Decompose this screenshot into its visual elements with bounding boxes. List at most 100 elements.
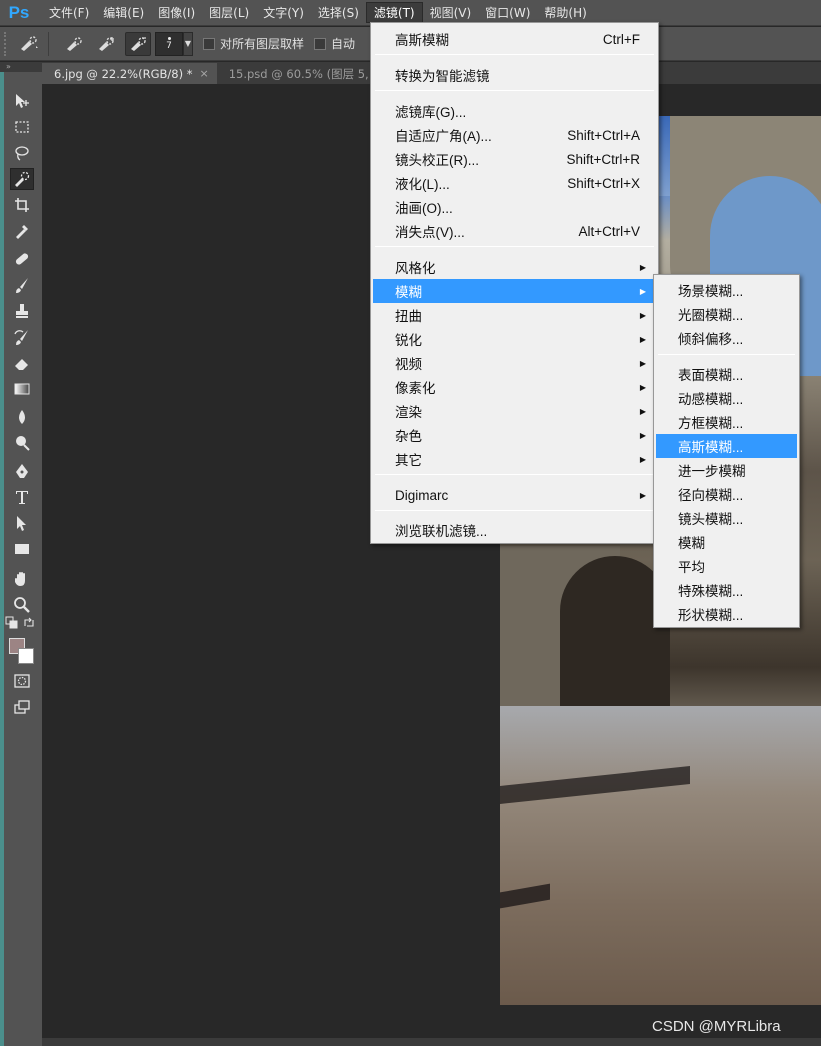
background-color-swatch[interactable] (18, 648, 34, 664)
quick-selection-tool-icon[interactable] (10, 168, 34, 190)
submenu-item-gaussian-blur[interactable]: 高斯模糊... (656, 434, 797, 458)
menu-item-pixelate[interactable]: 像素化 ▶ (373, 375, 656, 399)
menu-view[interactable]: 视图(V) (423, 2, 479, 23)
brush-tool-icon[interactable] (10, 274, 34, 296)
menu-item-shortcut: Alt+Ctrl+V (578, 223, 640, 239)
quick-mask-icon[interactable] (10, 670, 34, 692)
subtract-from-selection-icon[interactable] (125, 31, 151, 56)
zoom-tool-icon[interactable] (10, 594, 34, 616)
menu-item-label: 风格化 (395, 261, 436, 276)
menu-select[interactable]: 选择(S) (311, 2, 366, 23)
options-grip[interactable] (4, 31, 10, 56)
menu-separator (375, 90, 654, 91)
type-tool-icon[interactable] (10, 486, 34, 508)
menu-file[interactable]: 文件(F) (42, 2, 96, 23)
submenu-item-radial-blur[interactable]: 径向模糊... (656, 482, 797, 506)
menu-filter[interactable]: 滤镜(T) (365, 2, 423, 23)
rectangle-tool-icon[interactable] (10, 538, 34, 560)
submenu-item-tilt-shift[interactable]: 倾斜偏移... (656, 326, 797, 350)
brush-size-value: 7 (166, 40, 172, 51)
submenu-item-box-blur[interactable]: 方框模糊... (656, 410, 797, 434)
menu-type[interactable]: 文字(Y) (256, 2, 311, 23)
menu-separator (658, 354, 795, 355)
menu-item-adaptive-wide-angle[interactable]: 自适应广角(A)... Shift+Ctrl+A (373, 123, 656, 147)
default-colors-icon[interactable] (5, 616, 19, 630)
auto-enhance-checkbox[interactable] (314, 37, 327, 50)
submenu-arrow-icon: ▶ (639, 454, 646, 464)
submenu-item-blur[interactable]: 模糊 (656, 530, 797, 554)
sample-all-layers-checkbox[interactable] (203, 37, 215, 50)
menu-item-render[interactable]: 渲染 ▶ (373, 399, 656, 423)
menu-item-blur[interactable]: 模糊 ▶ (373, 279, 656, 303)
menu-item-lens-correction[interactable]: 镜头校正(R)... Shift+Ctrl+R (373, 147, 656, 171)
crop-tool-icon[interactable] (10, 194, 34, 216)
menu-item-sharpen[interactable]: 锐化 ▶ (373, 327, 656, 351)
submenu-item-lens-blur[interactable]: 镜头模糊... (656, 506, 797, 530)
menu-help[interactable]: 帮助(H) (537, 2, 593, 23)
watermark: CSDN @MYRLibra (652, 1018, 781, 1035)
menu-item-label: 扭曲 (395, 309, 422, 324)
lasso-tool-icon[interactable] (10, 142, 34, 164)
menu-item-label: 杂色 (395, 429, 422, 444)
menu-item-browse-online-filters[interactable]: 浏览联机滤镜... (373, 518, 656, 542)
marquee-tool-icon[interactable] (10, 116, 34, 138)
history-brush-tool-icon[interactable] (10, 326, 34, 348)
brush-size-picker[interactable]: 7 (155, 31, 183, 56)
menu-item-convert-smart-filter[interactable]: 转换为智能滤镜 (373, 63, 656, 87)
menu-window[interactable]: 窗口(W) (478, 2, 537, 23)
eraser-tool-icon[interactable] (10, 352, 34, 374)
dodge-tool-icon[interactable] (10, 432, 34, 454)
tools-panel-collapse-icon[interactable]: » (0, 62, 42, 72)
quick-selection-preset-icon[interactable] (16, 32, 42, 56)
submenu-item-blur-more[interactable]: 进一步模糊 (656, 458, 797, 482)
menu-image[interactable]: 图像(I) (151, 2, 202, 23)
eyedropper-tool-icon[interactable] (10, 220, 34, 242)
healing-brush-tool-icon[interactable] (10, 248, 34, 270)
swap-colors-icon[interactable] (22, 616, 36, 630)
move-tool-icon[interactable] (10, 90, 34, 112)
menu-item-last-filter[interactable]: 高斯模糊 Ctrl+F (373, 27, 656, 51)
submenu-item-average[interactable]: 平均 (656, 554, 797, 578)
menu-layer[interactable]: 图层(L) (202, 2, 256, 23)
tab-6-jpg[interactable]: 6.jpg @ 22.2%(RGB/8) * × (42, 63, 217, 84)
hand-tool-icon[interactable] (10, 568, 34, 590)
menu-item-shortcut: Shift+Ctrl+R (566, 151, 640, 167)
submenu-item-surface-blur[interactable]: 表面模糊... (656, 362, 797, 386)
menu-separator (375, 474, 654, 475)
menu-item-distort[interactable]: 扭曲 ▶ (373, 303, 656, 327)
menu-item-stylize[interactable]: 风格化 ▶ (373, 255, 656, 279)
menu-item-label: 消失点(V)... (395, 225, 465, 240)
menu-item-label: 模糊 (395, 285, 422, 300)
submenu-item-iris-blur[interactable]: 光圈模糊... (656, 302, 797, 326)
close-icon[interactable]: × (199, 67, 208, 80)
submenu-item-shape-blur[interactable]: 形状模糊... (656, 602, 797, 626)
blur-tool-icon[interactable] (10, 406, 34, 428)
menu-item-noise[interactable]: 杂色 ▶ (373, 423, 656, 447)
submenu-item-smart-blur[interactable]: 特殊模糊... (656, 578, 797, 602)
clone-stamp-tool-icon[interactable] (10, 300, 34, 322)
menu-item-label: 锐化 (395, 333, 422, 348)
brush-dot-icon (167, 36, 171, 40)
menu-item-oil-paint[interactable]: 油画(O)... (373, 195, 656, 219)
menu-item-vanishing-point[interactable]: 消失点(V)... Alt+Ctrl+V (373, 219, 656, 243)
screen-mode-icon[interactable] (10, 696, 34, 718)
menu-item-filter-gallery[interactable]: 滤镜库(G)... (373, 99, 656, 123)
path-selection-tool-icon[interactable] (10, 512, 34, 534)
submenu-item-field-blur[interactable]: 场景模糊... (656, 278, 797, 302)
menu-edit[interactable]: 编辑(E) (96, 2, 151, 23)
image-ground (500, 706, 821, 1005)
menu-item-video[interactable]: 视频 ▶ (373, 351, 656, 375)
pen-tool-icon[interactable] (10, 460, 34, 482)
brush-dropdown-icon[interactable]: ▼ (183, 31, 193, 56)
menu-item-liquify[interactable]: 液化(L)... Shift+Ctrl+X (373, 171, 656, 195)
menu-item-label: 视频 (395, 357, 422, 372)
tab-title: 6.jpg @ 22.2%(RGB/8) * (54, 66, 193, 81)
gradient-tool-icon[interactable] (10, 378, 34, 400)
panel-edge (0, 62, 4, 1046)
new-selection-icon[interactable] (61, 32, 87, 56)
menu-item-label: 浏览联机滤镜... (395, 524, 488, 539)
submenu-item-motion-blur[interactable]: 动感模糊... (656, 386, 797, 410)
add-to-selection-icon[interactable] (93, 32, 119, 56)
menu-item-other[interactable]: 其它 ▶ (373, 447, 656, 471)
menu-item-digimarc[interactable]: Digimarc ▶ (373, 483, 656, 507)
